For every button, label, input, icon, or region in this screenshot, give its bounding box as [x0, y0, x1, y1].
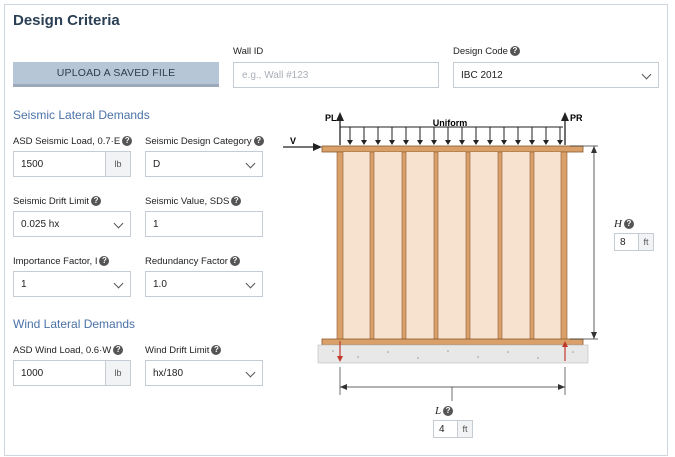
- seismic-load-label: ASD Seismic Load, 0.7·E?: [13, 136, 133, 147]
- foundation: [317, 344, 589, 364]
- wind-load-label: ASD Wind Load, 0.6·W?: [13, 345, 124, 356]
- seismic-load-value: 1500: [21, 158, 44, 170]
- seismic-category-label: Seismic Design Category?: [145, 136, 264, 147]
- height-field[interactable]: 8 ft: [614, 233, 654, 251]
- redundancy-label: Redundancy Factor?: [145, 256, 240, 267]
- help-icon[interactable]: ?: [229, 256, 240, 267]
- wind-drift-select[interactable]: hx/180: [145, 360, 263, 386]
- help-icon[interactable]: ?: [122, 136, 133, 147]
- seismic-load-field[interactable]: 1500 lb: [13, 151, 131, 177]
- wind-load-value: 1000: [21, 367, 44, 379]
- seismic-value-label: Seismic Value, SDS?: [145, 196, 242, 207]
- design-code-value: IBC 2012: [461, 69, 503, 81]
- upload-saved-file-button[interactable]: UPLOAD A SAVED FILE: [13, 62, 219, 87]
- wind-load-unit: lb: [105, 361, 130, 385]
- bottom-plate: [321, 338, 584, 346]
- redundancy-value: 1.0: [153, 278, 167, 290]
- help-icon[interactable]: ?: [91, 196, 102, 207]
- uniform-load-arrows: [340, 126, 563, 145]
- chevron-down-icon: [641, 69, 652, 80]
- wind-load-field[interactable]: 1000 lb: [13, 360, 131, 386]
- seismic-load-unit: lb: [105, 152, 130, 176]
- chevron-down-icon: [113, 278, 124, 289]
- help-icon[interactable]: ?: [623, 219, 634, 230]
- page-title: Design Criteria: [13, 12, 120, 29]
- pl-label: PL: [325, 113, 337, 123]
- redundancy-select[interactable]: 1.0: [145, 271, 263, 297]
- help-icon[interactable]: ?: [211, 345, 222, 356]
- seismic-section-heading: Seismic Lateral Demands: [13, 108, 150, 122]
- seismic-category-value: D: [153, 158, 161, 170]
- wall-id-field[interactable]: [233, 62, 439, 88]
- importance-select[interactable]: 1: [13, 271, 131, 297]
- shear-wall-diagram: Uniform PL PR V: [283, 112, 598, 401]
- importance-value: 1: [21, 278, 27, 290]
- help-icon[interactable]: ?: [509, 46, 520, 57]
- pr-label: PR: [570, 113, 583, 123]
- wind-drift-value: hx/180: [153, 367, 184, 379]
- design-code-label: Design Code?: [453, 46, 520, 57]
- design-code-select[interactable]: IBC 2012: [453, 62, 659, 88]
- wall-id-label: Wall ID: [233, 46, 264, 57]
- v-label: V: [290, 136, 296, 146]
- importance-label: Importance Factor, I?: [13, 256, 110, 267]
- height-label: H?: [614, 218, 634, 230]
- seismic-drift-select[interactable]: 0.025 hx: [13, 211, 131, 237]
- chevron-down-icon: [113, 218, 124, 229]
- help-icon[interactable]: ?: [253, 136, 264, 147]
- seismic-drift-value: 0.025 hx: [21, 218, 60, 230]
- top-plate: [321, 145, 584, 153]
- length-unit: ft: [457, 421, 472, 437]
- length-field[interactable]: 4 ft: [433, 420, 473, 438]
- wall-id-input[interactable]: [234, 63, 438, 87]
- help-icon[interactable]: ?: [99, 256, 110, 267]
- uniform-load-label: Uniform: [433, 118, 468, 128]
- wind-drift-label: Wind Drift Limit?: [145, 345, 222, 356]
- height-unit: ft: [638, 234, 653, 250]
- wind-section-heading: Wind Lateral Demands: [13, 317, 136, 331]
- seismic-drift-label: Seismic Drift Limit?: [13, 196, 102, 207]
- seismic-value-field[interactable]: 1: [145, 211, 263, 237]
- length-value: 4: [439, 423, 445, 435]
- help-icon[interactable]: ?: [443, 406, 454, 417]
- height-value: 8: [620, 236, 626, 248]
- seismic-category-select[interactable]: D: [145, 151, 263, 177]
- chevron-down-icon: [245, 367, 256, 378]
- help-icon[interactable]: ?: [231, 196, 242, 207]
- seismic-value-value: 1: [153, 218, 159, 230]
- chevron-down-icon: [245, 278, 256, 289]
- chevron-down-icon: [245, 158, 256, 169]
- help-icon[interactable]: ?: [113, 345, 124, 356]
- length-label: L?: [435, 405, 454, 417]
